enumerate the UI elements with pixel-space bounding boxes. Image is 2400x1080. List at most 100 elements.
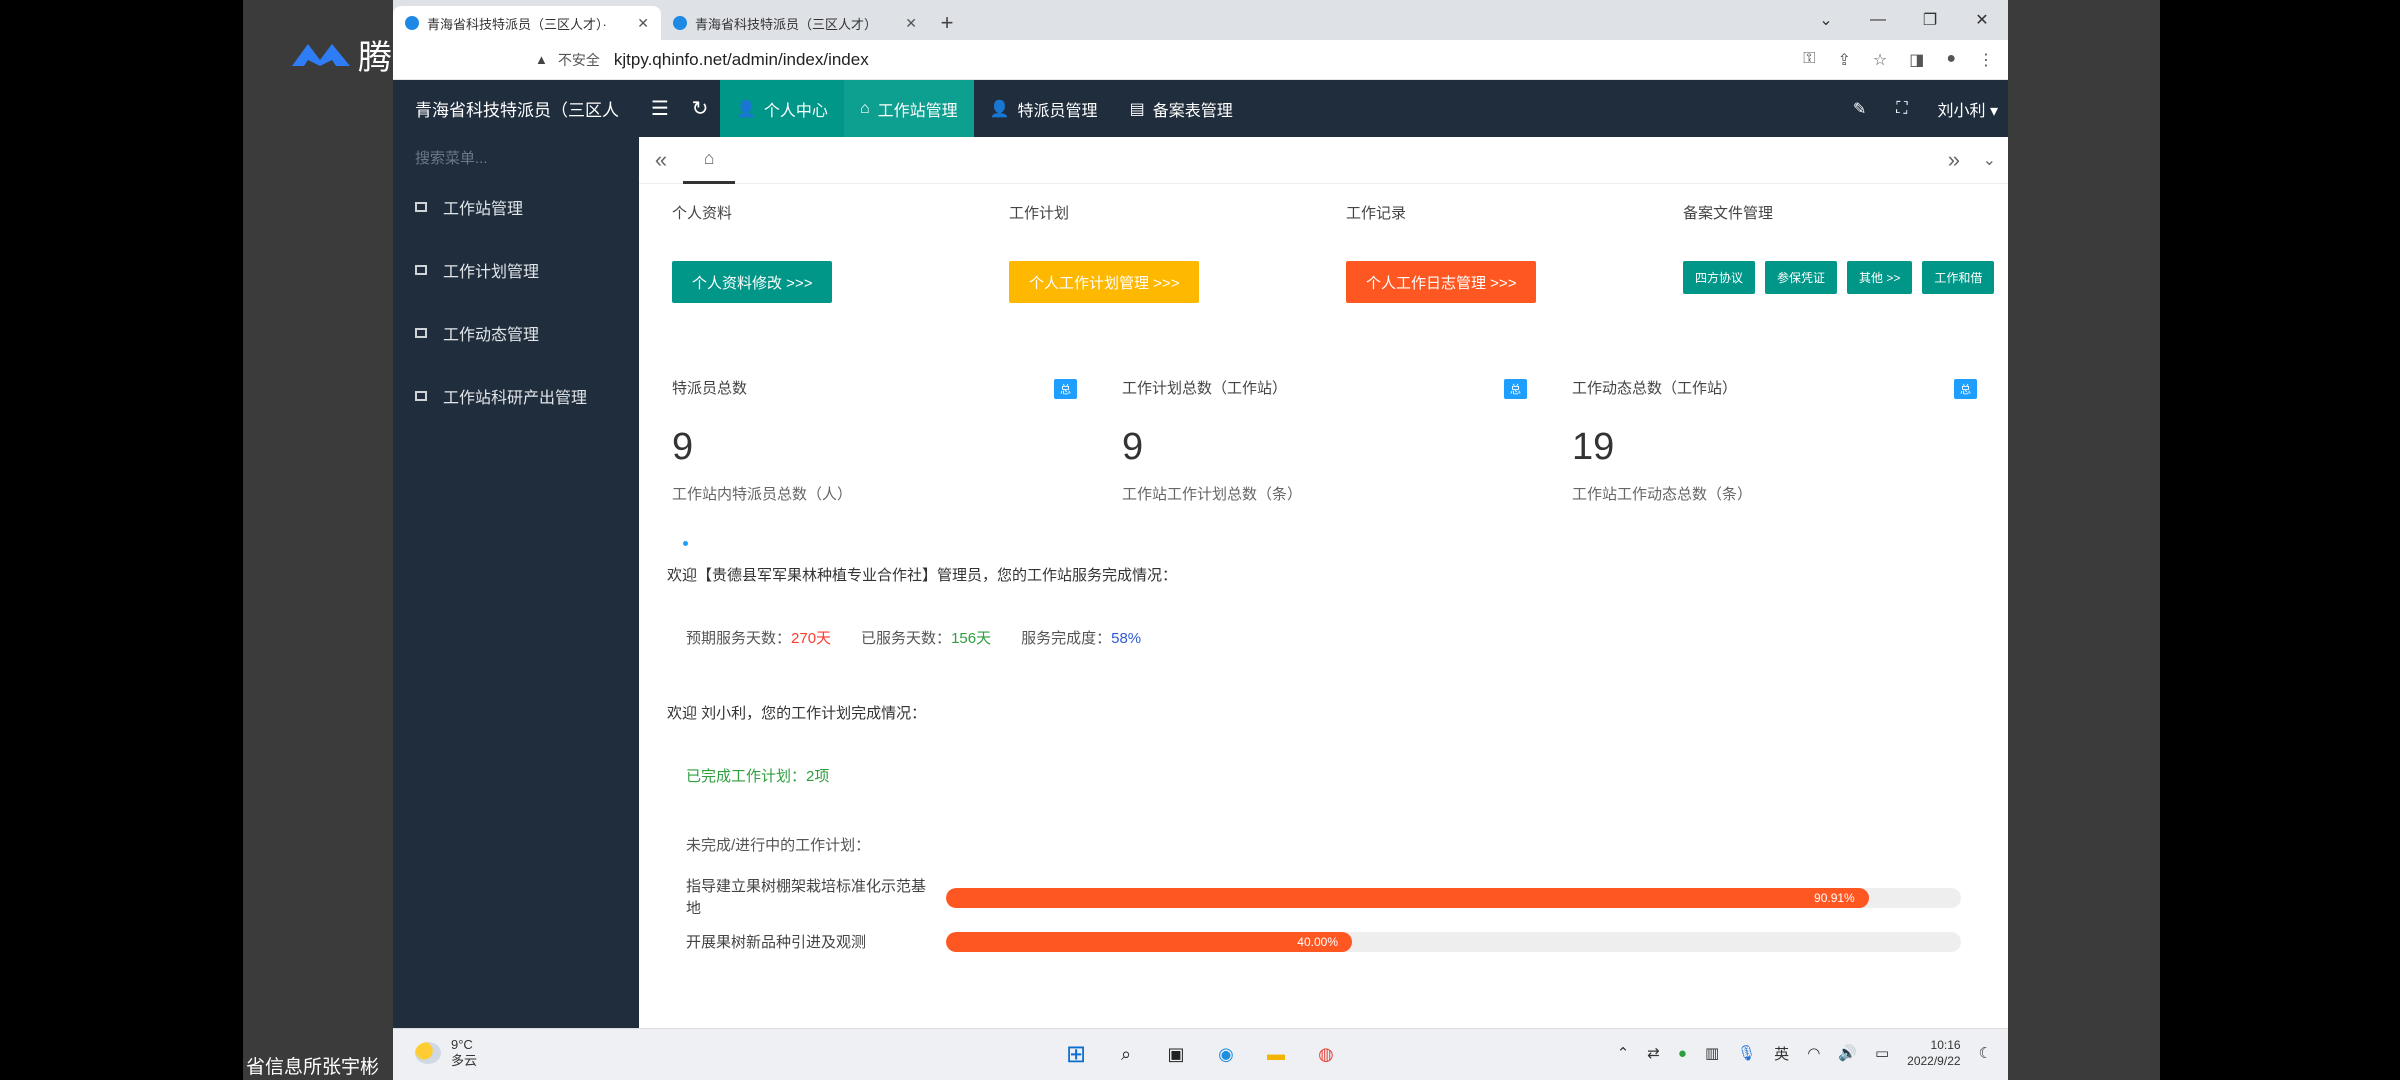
menu-kebab-icon[interactable]: ⋮ [1978, 50, 1994, 70]
presenter-caption: 省信息所张宇彬 [246, 1057, 380, 1078]
weather-condition: 多云 [451, 1053, 478, 1068]
fullscreen-icon[interactable]: ⛶ [1896, 100, 1907, 118]
clear-cache-icon[interactable]: ✎ [1853, 99, 1866, 119]
completion-rate: 服务完成度：58% [1021, 627, 1141, 648]
meeting-brand-text: 腾讯会议 [358, 39, 494, 77]
files-section: 备案文件管理 四方协议 参保凭证 其他 >> 工作和借 [1683, 202, 1995, 294]
nav-commissioner[interactable]: 👤 特派员管理 [974, 80, 1114, 137]
volume-icon[interactable]: 🔊 [1838, 1044, 1857, 1062]
four-party-agreement-button[interactable]: 四方协议 [1683, 261, 1756, 294]
sidebar-item-dynamics[interactable]: 工作动态管理 [393, 301, 639, 364]
share-icon[interactable]: ⇪ [1837, 50, 1850, 70]
nav-label: 特派员管理 [1017, 102, 1098, 120]
planned-days-label: 预期服务天数： [686, 630, 792, 647]
profile-label: 个人资料 [672, 205, 733, 222]
meeting-logo-icon [292, 43, 350, 66]
tray-app-icon[interactable]: ▥ [1705, 1044, 1719, 1062]
side-panel-icon[interactable]: ◨ [1909, 50, 1924, 70]
site-favicon-icon [405, 16, 419, 30]
refresh-icon[interactable]: ↻ [680, 96, 720, 121]
sidebar-item-workstation[interactable]: 工作站管理 [393, 175, 639, 238]
url-field[interactable]: kjtpy.qhinfo.net/admin/index/index [614, 50, 869, 70]
stat-card-commissioners: 特派员总数 总 9 工作站内特派员总数（人） [672, 377, 1077, 504]
other-files-button[interactable]: 其他 >> [1847, 261, 1913, 294]
minimize-button[interactable]: — [1852, 11, 1904, 29]
ime-indicator[interactable]: 英 [1774, 1043, 1789, 1064]
bookmark-star-icon[interactable]: ☆ [1873, 50, 1887, 70]
sidebar-item-plan[interactable]: 工作计划管理 [393, 238, 639, 301]
stat-value: 9 [1122, 426, 1144, 468]
restore-button[interactable]: ❐ [1904, 10, 1956, 30]
sidebar-search-input[interactable]: 搜索菜单... [393, 137, 639, 175]
tray-app-icon[interactable]: ⇄ [1647, 1044, 1660, 1062]
served-days-label: 已服务天数： [861, 630, 952, 647]
window-icon [415, 264, 427, 275]
served-days-value: 156天 [951, 630, 992, 647]
search-icon[interactable]: ⌕ [1111, 1039, 1141, 1069]
tabs-scroll-right-icon[interactable]: » [1948, 147, 1960, 173]
close-tab-icon[interactable]: ✕ [905, 15, 917, 32]
tabs-scroll-left-icon[interactable]: « [639, 147, 683, 173]
browser-tab-2[interactable]: 青海省科技特派员（三区人才） ✕ [661, 6, 929, 40]
stat-desc: 工作站内特派员总数（人） [672, 486, 853, 503]
sidebar-item-research-output[interactable]: 工作站科研产出管理 [393, 364, 639, 427]
stat-label: 工作计划总数（工作站） [1122, 380, 1288, 397]
edge-icon[interactable]: ◉ [1211, 1039, 1241, 1069]
tray-app-icon[interactable]: ● [1678, 1045, 1687, 1062]
work-borrow-button[interactable]: 工作和借 [1922, 261, 1995, 294]
nav-personal-center[interactable]: 👤 个人中心 [720, 80, 844, 137]
edit-profile-button[interactable]: 个人资料修改 >>> [672, 261, 833, 303]
new-tab-button[interactable]: + [929, 6, 965, 40]
notification-icon[interactable]: ☾ [1979, 1044, 1992, 1062]
user-icon: 👤 [736, 100, 756, 118]
home-icon: ⌂ [859, 99, 870, 117]
progress-label: 40.00% [1297, 935, 1338, 949]
sidebar-item-label: 工作动态管理 [443, 326, 540, 344]
tray-overflow-icon[interactable]: ⌃ [1617, 1044, 1630, 1062]
nav-workstation[interactable]: ⌂ 工作站管理 [843, 80, 974, 137]
tab-title: 青海省科技特派员（三区人才） [695, 16, 878, 32]
record-section: 工作记录 个人工作日志管理 >>> [1346, 202, 1537, 303]
letterbox-left [243, 0, 393, 1080]
battery-icon[interactable]: ▭ [1875, 1044, 1889, 1062]
clock-time: 10:16 [1930, 1038, 1961, 1052]
close-window-button[interactable]: ✕ [1956, 10, 2008, 30]
wifi-icon[interactable]: ◠ [1807, 1044, 1820, 1062]
start-icon[interactable]: ⊞ [1061, 1039, 1091, 1069]
task-view-icon[interactable]: ▣ [1161, 1039, 1191, 1069]
user-menu[interactable]: 刘小利 ▾ [1938, 97, 1999, 121]
profile-icon[interactable]: ● [1946, 50, 1956, 70]
record-label: 工作记录 [1346, 205, 1407, 222]
clock[interactable]: 10:16 2022/9/22 [1907, 1037, 1960, 1069]
file-explorer-icon[interactable]: ▬ [1261, 1039, 1291, 1069]
menu-toggle-icon[interactable]: ☰ [640, 96, 680, 121]
plan-name: 开展果树新品种引进及观测 [686, 934, 867, 951]
clock-date: 2022/9/22 [1907, 1054, 1961, 1068]
manage-log-button[interactable]: 个人工作日志管理 >>> [1346, 261, 1537, 303]
sidebar: 搜索菜单... 工作站管理 工作计划管理 工作动态管理 工作站科研产出管理 [393, 137, 639, 1028]
sidebar-item-label: 工作站科研产出管理 [443, 389, 588, 407]
security-indicator[interactable]: ▲ 不安全 [535, 50, 600, 70]
plan-welcome: 欢迎 刘小利，您的工作计划完成情况： [667, 705, 927, 722]
weather-widget[interactable]: 9°C 多云 [415, 1037, 477, 1069]
service-summary: 预期服务天数：270天 已服务天数：156天 服务完成度：58% [686, 627, 1141, 648]
insurance-proof-button[interactable]: 参保凭证 [1765, 261, 1838, 294]
key-icon[interactable]: ⚿ [1803, 50, 1815, 70]
planned-days-value: 270天 [791, 630, 832, 647]
stat-card-plans: 工作计划总数（工作站） 总 9 工作站工作计划总数（条） [1122, 377, 1527, 504]
progress-bar: 40.00% [946, 932, 1961, 952]
carousel-dot[interactable] [683, 541, 688, 546]
home-tab[interactable]: ⌂ [683, 137, 735, 184]
plan-label: 工作计划 [1009, 205, 1070, 222]
microphone-icon[interactable]: 🎙 [1737, 1044, 1756, 1062]
close-tab-icon[interactable]: ✕ [637, 15, 649, 32]
partly-cloudy-icon [415, 1042, 441, 1064]
tabs-menu-chevron-icon[interactable]: ⌄ [1983, 150, 1996, 170]
chrome-icon[interactable]: ◍ [1311, 1039, 1341, 1069]
window-icon [415, 201, 427, 212]
stat-card-dynamics: 工作动态总数（工作站） 总 19 工作站工作动态总数（条） [1572, 377, 1977, 504]
nav-record-forms[interactable]: ▤ 备案表管理 [1114, 80, 1249, 137]
manage-plan-button[interactable]: 个人工作计划管理 >>> [1009, 261, 1200, 303]
tab-search-button[interactable]: ⌄ [1800, 10, 1852, 30]
address-bar: ▲ 不安全 kjtpy.qhinfo.net/admin/index/index… [393, 40, 2008, 80]
